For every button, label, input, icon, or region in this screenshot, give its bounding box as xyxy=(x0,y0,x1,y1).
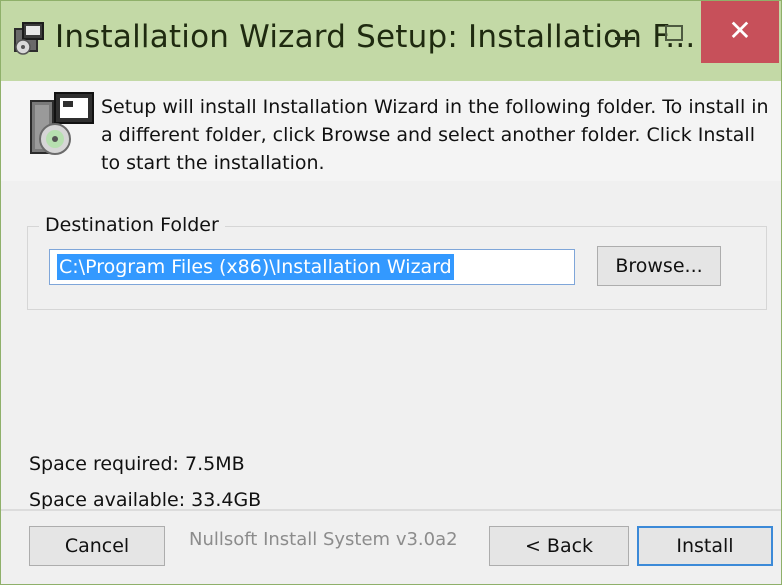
setup-description: Setup will install Installation Wizard i… xyxy=(101,96,769,174)
setup-disk-icon xyxy=(30,92,94,155)
back-button[interactable]: < Back xyxy=(489,526,629,566)
space-required: Space required: 7.5MB xyxy=(29,453,245,475)
space-available: Space available: 33.4GB xyxy=(29,489,262,511)
installer-icon xyxy=(14,22,44,55)
maximize-icon[interactable] xyxy=(651,15,697,55)
browse-button[interactable]: Browse... xyxy=(597,246,721,286)
destination-path-value[interactable]: C:\Program Files (x86)\Installation Wiza… xyxy=(57,254,454,280)
minimize-icon[interactable] xyxy=(601,15,647,55)
title-bar[interactable]: Installation Wizard Setup: Installation … xyxy=(1,1,781,81)
install-button[interactable]: Install xyxy=(637,526,773,566)
cancel-button[interactable]: Cancel xyxy=(29,526,165,566)
footer-divider xyxy=(1,509,781,511)
nsis-branding: Nullsoft Install System v3.0a2 xyxy=(189,529,458,550)
installer-window: Installation Wizard Setup: Installation … xyxy=(0,0,782,585)
window-title: Installation Wizard Setup: Installation … xyxy=(55,19,696,55)
destination-folder-label: Destination Folder xyxy=(39,214,225,236)
close-icon[interactable]: ✕ xyxy=(701,1,779,63)
